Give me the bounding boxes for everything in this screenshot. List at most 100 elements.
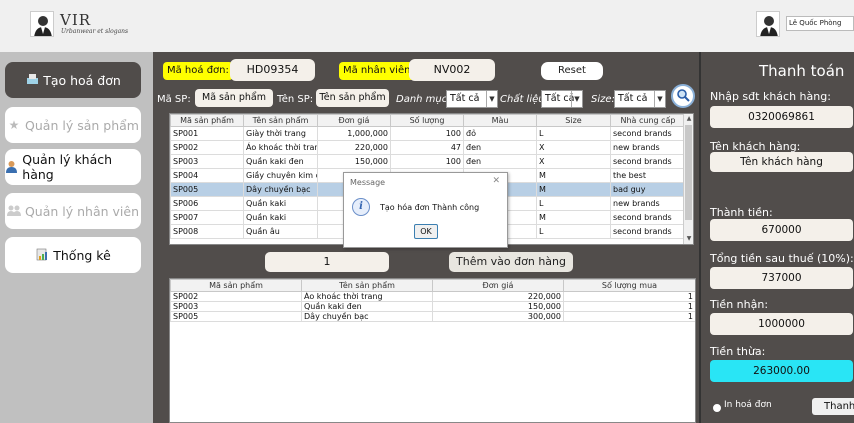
column-header[interactable]: Đơn giá [432, 279, 564, 292]
table-cell: đen [463, 140, 537, 155]
table-cell: SP002 [170, 140, 244, 155]
table-cell: SP006 [170, 196, 244, 211]
chevron-down-icon: ▼ [571, 91, 582, 107]
received-input[interactable]: 1000000 [710, 313, 853, 335]
products-table-scrollbar[interactable]: ▲ ▼ [683, 114, 693, 244]
customer-icon [5, 160, 18, 174]
product-name-label: Tên SP: [277, 94, 314, 105]
column-header[interactable]: Tên sản phẩm [243, 114, 318, 127]
cart-table-header: Mã sản phẩm Tên sản phẩm Đơn giá Số lượn… [170, 279, 695, 292]
table-cell: second brands [610, 224, 686, 239]
close-icon[interactable]: ✕ [492, 176, 500, 186]
chart-icon [35, 248, 49, 262]
column-header[interactable]: Nhà cung cấp [610, 114, 686, 127]
table-cell: Quần kaki [243, 196, 318, 211]
nav-product-management[interactable]: ★ Quản lý sản phẩm [5, 107, 141, 143]
table-row[interactable]: SP005 Dây chuyền bạc 300,000 1 [170, 311, 695, 322]
logo-title: VIR [60, 11, 92, 29]
product-name-input[interactable]: Tên sản phẩm [316, 89, 389, 107]
category-select-value: Tất cả [450, 93, 480, 104]
received-label: Tiền nhận: [710, 298, 769, 311]
table-cell: 220,000 [317, 140, 391, 155]
table-cell: M [536, 168, 611, 183]
cart-icon [25, 73, 39, 87]
table-cell: bad guy [610, 182, 686, 197]
sidebar: Tạo hoá đơn ★ Quản lý sản phẩm Quản lý k… [0, 52, 153, 423]
phone-label: Nhập sđt khách hàng: [710, 90, 831, 103]
print-invoice-radio[interactable] [713, 404, 721, 412]
table-row[interactable]: SP003 Quần kaki đen 150,000 100 đen X se… [170, 154, 686, 169]
add-to-order-button[interactable]: Thêm vào đơn hàng [449, 252, 573, 272]
table-row[interactable]: SP003 Quần kaki đen 150,000 1 [170, 301, 695, 312]
table-row[interactable]: SP002 Áo khoác thời trang 220,000 47 đen… [170, 140, 686, 155]
nav-customer-management[interactable]: Quản lý khách hàng [5, 149, 141, 185]
table-cell: 220,000 [432, 291, 564, 302]
payment-panel: Thanh toán Nhập sđt khách hàng: 03200698… [699, 52, 854, 423]
invoice-code-label: Mã hoá đơn: [163, 62, 233, 80]
table-cell: second brands [610, 210, 686, 225]
phone-input[interactable]: 0320069861 [710, 106, 853, 128]
quantity-input[interactable]: 1 [265, 252, 389, 272]
table-row[interactable]: SP001 Giày thời trang 1,000,000 100 đỏ L… [170, 126, 686, 141]
print-invoice-label: In hoá đơn [724, 400, 772, 410]
size-label: Size: [591, 94, 615, 105]
total-tax-field: 737000 [710, 267, 853, 289]
table-cell: 1 [563, 311, 695, 322]
invoice-code-field[interactable]: HD09354 [230, 59, 315, 81]
nav-label: Tạo hoá đơn [43, 72, 121, 88]
table-row[interactable]: SP002 Áo khoác thời trang 220,000 1 [170, 291, 695, 302]
column-header[interactable]: Size [536, 114, 611, 127]
category-select[interactable]: Tất cả ▼ [446, 90, 498, 108]
table-cell: second brands [610, 154, 686, 169]
staff-code-field[interactable]: NV002 [409, 59, 495, 81]
product-code-input[interactable]: Mã sản phẩm [195, 89, 273, 107]
table-cell: SP008 [170, 224, 244, 239]
cart-table: Mã sản phẩm Tên sản phẩm Đơn giá Số lượn… [169, 278, 696, 423]
table-cell: 150,000 [432, 301, 564, 312]
amount-label: Thành tiền: [710, 206, 773, 219]
search-button[interactable] [671, 84, 695, 108]
column-header[interactable]: Đơn giá [317, 114, 391, 127]
material-select[interactable]: Tất cả ▼ [541, 90, 583, 108]
table-cell: new brands [610, 140, 686, 155]
column-header[interactable]: Màu [463, 114, 537, 127]
payment-title: Thanh toán [759, 62, 845, 80]
table-cell: Dây chuyền bạc [243, 182, 318, 197]
table-cell: Quần kaki đen [243, 154, 318, 169]
column-header[interactable]: Số lượng [390, 114, 464, 127]
reset-button[interactable]: Reset [541, 62, 603, 80]
app-window: VIR Urbanwear et slogans Lê Quốc Phòng T… [0, 0, 854, 423]
header: VIR Urbanwear et slogans Lê Quốc Phòng [0, 0, 854, 52]
nav-create-invoice[interactable]: Tạo hoá đơn [5, 62, 141, 98]
material-select-value: Tất cả [545, 93, 575, 104]
table-cell: L [536, 196, 611, 211]
column-header[interactable]: Mã sản phẩm [170, 114, 244, 127]
column-header[interactable]: Mã sản phẩm [170, 279, 302, 292]
chevron-down-icon: ▼ [654, 91, 665, 107]
table-cell: Quần âu [243, 224, 318, 239]
pay-button[interactable]: Thanh toán [812, 398, 854, 415]
nav-label: Thống kê [53, 247, 111, 263]
table-cell: Giày thời trang [243, 126, 318, 141]
table-cell: SP005 [170, 182, 244, 197]
scroll-down-icon[interactable]: ▼ [684, 234, 693, 244]
change-label: Tiền thừa: [710, 345, 766, 358]
customer-name-field[interactable]: Tên khách hàng [710, 152, 853, 172]
table-cell: L [536, 126, 611, 141]
table-cell: SP001 [170, 126, 244, 141]
scroll-thumb[interactable] [685, 125, 692, 220]
column-header[interactable]: Tên sản phẩm [301, 279, 433, 292]
search-icon [676, 87, 690, 106]
message-dialog: Message ✕ i Tạo hóa đơn Thành công OK [343, 172, 508, 248]
column-header[interactable]: Số lượng mua [563, 279, 695, 292]
table-cell: 47 [390, 140, 464, 155]
table-cell: M [536, 210, 611, 225]
ok-button[interactable]: OK [414, 224, 438, 239]
table-cell: second brands [610, 126, 686, 141]
size-select-value: Tất cả [618, 93, 648, 104]
scroll-up-icon[interactable]: ▲ [684, 114, 693, 124]
nav-statistics[interactable]: Thống kê [5, 237, 141, 273]
nav-staff-management[interactable]: Quản lý nhân viên [5, 193, 141, 229]
table-cell: 100 [390, 154, 464, 169]
size-select[interactable]: Tất cả ▼ [614, 90, 666, 108]
